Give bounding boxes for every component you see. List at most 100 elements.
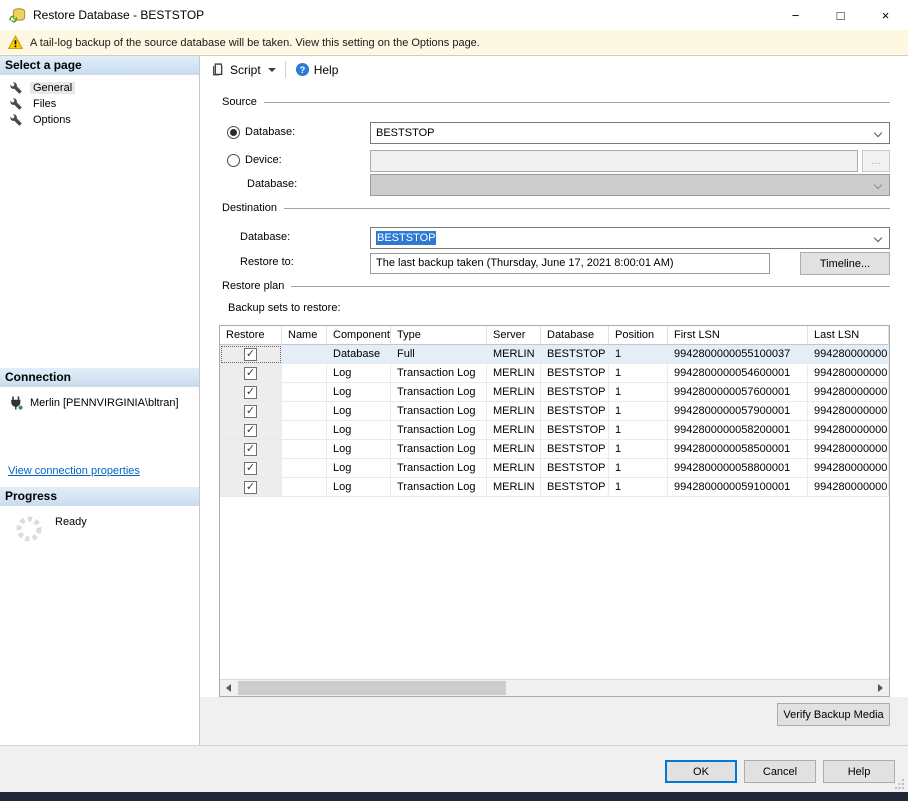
- source-database-radio[interactable]: [227, 126, 240, 139]
- restore-checkbox-cell: ✓: [220, 402, 282, 421]
- device-database-combo: [370, 174, 890, 196]
- cell-first-lsn: 9942800000058500001: [668, 440, 808, 459]
- cell-first-lsn: 9942800000058200001: [668, 421, 808, 440]
- bottom-dark-strip: [0, 792, 908, 801]
- toolbar-separator: [285, 61, 286, 78]
- scroll-left-arrow[interactable]: [220, 680, 237, 696]
- cancel-button[interactable]: Cancel: [744, 760, 816, 783]
- sidebar-item-files[interactable]: Files: [0, 96, 199, 112]
- cell-component: Database: [327, 345, 391, 364]
- grid-column-name[interactable]: Name: [282, 326, 327, 345]
- timeline-button[interactable]: Timeline...: [800, 252, 890, 275]
- cell-last-lsn: 9942800000005: [808, 459, 889, 478]
- source-legend: Source: [222, 96, 257, 108]
- cell-component: Log: [327, 421, 391, 440]
- view-connection-properties-link[interactable]: View connection properties: [8, 465, 140, 477]
- grid-horizontal-scrollbar[interactable]: [220, 679, 889, 696]
- restore-checkbox[interactable]: ✓: [244, 367, 257, 380]
- verify-label: Verify Backup Media: [783, 709, 883, 721]
- cell-server: MERLIN: [487, 421, 541, 440]
- cell-position: 1: [609, 421, 668, 440]
- restore-checkbox[interactable]: ✓: [244, 462, 257, 475]
- sidebar-item-label: Options: [30, 114, 74, 126]
- source-device-radio[interactable]: [227, 154, 240, 167]
- grid-row[interactable]: ✓DatabaseFullMERLINBESTSTOP1994280000005…: [220, 345, 889, 364]
- script-icon: [211, 62, 226, 77]
- cell-first-lsn: 9942800000059100001: [668, 478, 808, 497]
- grid-row[interactable]: ✓LogTransaction LogMERLINBESTSTOP1994280…: [220, 364, 889, 383]
- restore-checkbox[interactable]: ✓: [244, 405, 257, 418]
- restore-checkbox-cell: ✓: [220, 364, 282, 383]
- minimize-button[interactable]: −: [773, 0, 818, 30]
- chevron-down-icon: [268, 68, 276, 72]
- grid-row[interactable]: ✓LogTransaction LogMERLINBESTSTOP1994280…: [220, 421, 889, 440]
- restore-checkbox-cell: ✓: [220, 459, 282, 478]
- scroll-right-arrow[interactable]: [872, 680, 889, 696]
- restore-checkbox[interactable]: ✓: [244, 348, 257, 361]
- grid-column-component[interactable]: Component: [327, 326, 391, 345]
- restore-checkbox[interactable]: ✓: [244, 386, 257, 399]
- grid-row[interactable]: ✓LogTransaction LogMERLINBESTSTOP1994280…: [220, 478, 889, 497]
- grid-row[interactable]: ✓LogTransaction LogMERLINBESTSTOP1994280…: [220, 383, 889, 402]
- cell-type: Transaction Log: [391, 364, 487, 383]
- grid-row[interactable]: ✓LogTransaction LogMERLINBESTSTOP1994280…: [220, 402, 889, 421]
- cell-type: Transaction Log: [391, 459, 487, 478]
- cell-database: BESTSTOP: [541, 383, 609, 402]
- sidebar-item-general[interactable]: General: [0, 80, 199, 96]
- cell-first-lsn: 9942800000054600001: [668, 364, 808, 383]
- verify-backup-media-button[interactable]: Verify Backup Media: [777, 703, 890, 726]
- grid-row[interactable]: ✓LogTransaction LogMERLINBESTSTOP1994280…: [220, 440, 889, 459]
- resize-grip[interactable]: [895, 779, 905, 789]
- grid-row[interactable]: ✓LogTransaction LogMERLINBESTSTOP1994280…: [220, 459, 889, 478]
- help-toolbar-button[interactable]: ? Help: [291, 59, 343, 80]
- cell-name: [282, 364, 327, 383]
- restore-checkbox[interactable]: ✓: [244, 424, 257, 437]
- source-database-combo[interactable]: BESTSTOP: [370, 122, 890, 144]
- ok-label: OK: [693, 766, 709, 778]
- cell-name: [282, 440, 327, 459]
- cell-database: BESTSTOP: [541, 440, 609, 459]
- grid-column-server[interactable]: Server: [487, 326, 541, 345]
- restore-checkbox-cell: ✓: [220, 440, 282, 459]
- ok-button[interactable]: OK: [665, 760, 737, 783]
- source-device-input[interactable]: [370, 150, 858, 172]
- grid-column-last-lsn[interactable]: Last LSN: [808, 326, 889, 345]
- destination-database-label: Database:: [240, 231, 290, 243]
- maximize-button[interactable]: □: [818, 0, 863, 30]
- cell-last-lsn: 9942800000005: [808, 402, 889, 421]
- grid-column-position[interactable]: Position: [609, 326, 668, 345]
- backup-sets-grid: RestoreNameComponentTypeServerDatabasePo…: [219, 325, 890, 697]
- tail-log-warning-bar: A tail-log backup of the source database…: [0, 30, 908, 56]
- restore-checkbox[interactable]: ✓: [244, 443, 257, 456]
- help-button[interactable]: Help: [823, 760, 895, 783]
- cell-name: [282, 459, 327, 478]
- close-button[interactable]: ×: [863, 0, 908, 30]
- sidebar-item-options[interactable]: Options: [0, 112, 199, 128]
- destination-database-combo[interactable]: BESTSTOP: [370, 227, 890, 249]
- source-database-label: Database:: [245, 126, 295, 138]
- script-button[interactable]: Script: [207, 59, 280, 80]
- grid-header: RestoreNameComponentTypeServerDatabasePo…: [220, 326, 889, 345]
- cell-position: 1: [609, 345, 668, 364]
- restore-checkbox-cell: ✓: [220, 421, 282, 440]
- cell-server: MERLIN: [487, 478, 541, 497]
- grid-column-restore[interactable]: Restore: [220, 326, 282, 345]
- restore-checkbox-cell: ✓: [220, 345, 282, 364]
- grid-body: ✓DatabaseFullMERLINBESTSTOP1994280000005…: [220, 345, 889, 497]
- scrollbar-thumb[interactable]: [238, 681, 506, 695]
- timeline-label: Timeline...: [820, 258, 870, 270]
- grid-column-first-lsn[interactable]: First LSN: [668, 326, 808, 345]
- cell-server: MERLIN: [487, 459, 541, 478]
- device-browse-button[interactable]: ...: [862, 150, 890, 172]
- cell-component: Log: [327, 364, 391, 383]
- chevron-down-icon: [874, 181, 882, 189]
- cell-position: 1: [609, 459, 668, 478]
- grid-column-type[interactable]: Type: [391, 326, 487, 345]
- cell-name: [282, 402, 327, 421]
- restore-checkbox[interactable]: ✓: [244, 481, 257, 494]
- warning-message: A tail-log backup of the source database…: [30, 37, 480, 49]
- grid-column-database[interactable]: Database: [541, 326, 609, 345]
- restore-to-label: Restore to:: [240, 256, 294, 268]
- window-controls: − □ ×: [773, 0, 908, 30]
- cell-type: Transaction Log: [391, 478, 487, 497]
